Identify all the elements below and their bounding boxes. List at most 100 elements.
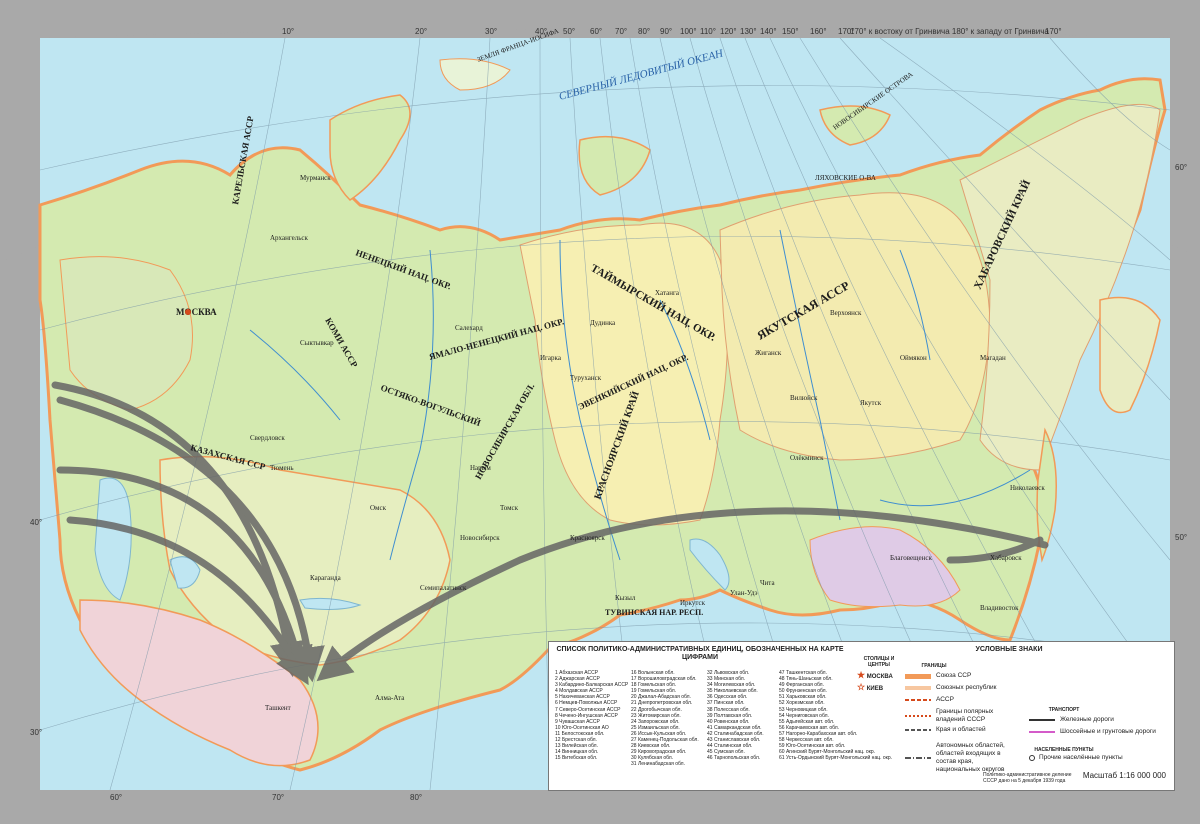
city-vladivostok: Владивосток xyxy=(980,604,1019,612)
lat-50-right: 50° xyxy=(1175,533,1187,542)
lon-50: 50° xyxy=(563,27,575,36)
legend-border-krai: Края и областей xyxy=(905,726,986,734)
legend-entry: 46 Тарнопольская обл. xyxy=(707,755,761,762)
city-murmansk: Мурманск xyxy=(300,174,331,182)
city-karaganda: Караганда xyxy=(310,574,342,582)
legend-list-title: СПИСОК ПОЛИТИКО-АДМИНИСТРАТИВНЫХ ЕДИНИЦ,… xyxy=(556,646,844,661)
legend-entry: 8 Чечено-Ингушская АССР xyxy=(555,712,618,719)
legend-col-1: 1 Абхазская АССР 2 Аджарская АССР 3 Каба… xyxy=(555,670,628,761)
legend-roads: Шоссейные и грунтовые дороги xyxy=(1029,728,1159,736)
legend-transport-title: ТРАНСПОРТ xyxy=(1048,707,1080,713)
lon-60-bottom: 60° xyxy=(110,793,122,802)
city-syktyvkar: Сыктывкар xyxy=(300,339,334,347)
legend-border-polar: Границы полярных владений СССР xyxy=(905,708,1005,724)
moscow-star xyxy=(185,309,191,315)
lat-30: 30° xyxy=(30,728,42,737)
city-olekminsk: Олёкминск xyxy=(790,454,824,462)
city-tomsk: Томск xyxy=(500,504,519,512)
lon-160: 160° xyxy=(810,27,827,36)
center-star-icon: ☆ xyxy=(857,682,866,692)
lon-130: 130° xyxy=(740,27,757,36)
legend-railway: Железные дороги xyxy=(1029,716,1114,724)
lon-150: 150° xyxy=(782,27,799,36)
lon-70-bottom: 70° xyxy=(272,793,284,802)
lat-60-right: 60° xyxy=(1175,163,1187,172)
capital-star-icon: ★ xyxy=(857,670,866,680)
map-legend: СПИСОК ПОЛИТИКО-АДМИНИСТРАТИВНЫХ ЕДИНИЦ,… xyxy=(548,641,1175,791)
lon-30: 30° xyxy=(485,27,497,36)
city-salekhard: Салехард xyxy=(455,324,483,332)
swatch-roads xyxy=(1029,731,1055,733)
legend-capitals-title: СТОЛИЦЫ И ЦЕНТРЫ xyxy=(863,656,895,668)
swatch-republic-border xyxy=(905,686,931,690)
city-dudinka: Дудинка xyxy=(590,319,616,327)
city-krasnoyarsk: Красноярск xyxy=(570,534,605,542)
city-nikolaevsk: Николаевск xyxy=(1010,484,1045,492)
city-turukhansk: Туруханск xyxy=(570,374,602,382)
city-igarka: Игарка xyxy=(540,354,562,362)
city-zhigansk: Жиганск xyxy=(755,349,782,357)
legend-scale: Масштаб 1:16 000 000 xyxy=(1082,771,1166,780)
swatch-assr-border xyxy=(905,699,931,701)
swatch-autonomous-border xyxy=(905,757,931,759)
city-ulan-ude: Улан-Удэ xyxy=(730,589,758,597)
legend-capital-moscow: ★ МОСКВА xyxy=(857,670,893,680)
city-omsk: Омск xyxy=(370,504,387,512)
legend-border-republic: Союзных республик xyxy=(905,684,997,692)
city-novosibirsk: Новосибирск xyxy=(460,534,500,542)
city-khabarovsk: Хабаровск xyxy=(990,554,1022,562)
lon-10: 10° xyxy=(282,27,294,36)
city-vilyuysk: Вилюйск xyxy=(790,394,818,402)
lat-40: 40° xyxy=(30,518,42,527)
lon-20: 20° xyxy=(415,27,427,36)
swatch-ussr-border xyxy=(905,673,931,679)
legend-entry: 61 Усть-Ордынский Бурят-Монгольский нац.… xyxy=(779,755,893,762)
city-narym: Нарым xyxy=(470,464,491,472)
legend-entry: 31 Ленинабадская обл. xyxy=(631,761,685,768)
city-magadan: Магадан xyxy=(980,354,1006,362)
lon-140: 140° xyxy=(760,27,777,36)
lon-170-right: 170° xyxy=(1045,27,1062,36)
legend-border-autonomous: Автономных областей, областей входящих в… xyxy=(905,742,1015,774)
lon-100: 100° xyxy=(680,27,697,36)
city-semipalatinsk: Семипалатинск xyxy=(420,584,467,592)
city-kyzyl: Кызыл xyxy=(615,594,636,602)
city-chita: Чита xyxy=(760,579,775,587)
city-verkhoyansk: Верхоянск xyxy=(830,309,862,317)
settlement-dot-icon xyxy=(1029,755,1035,761)
legend-entry: 21 Днепропетровская обл. xyxy=(631,700,693,707)
city-arkhangelsk: Архангельск xyxy=(270,234,308,242)
city-oymyakon: Оймякон xyxy=(900,354,927,362)
legend-symbols-title: УСЛОВНЫЕ ЗНАКИ xyxy=(975,646,1043,653)
legend-note: Политико-административное деление СССР д… xyxy=(983,772,1072,784)
city-irkutsk: Иркутск xyxy=(680,599,706,607)
legend-entry: 15 Витебская обл. xyxy=(555,755,598,762)
meridian-note: 170° к востоку от Гринвича 180° к западу… xyxy=(850,27,1049,36)
legend-entry: 7 Северо-Осетинская АССР xyxy=(555,706,621,713)
legend-col-2: 16 Волынская обл. 17 Ворошиловградская о… xyxy=(631,670,699,768)
lon-80-bottom: 80° xyxy=(410,793,422,802)
legend-settlement-other: Прочие населённые пункты xyxy=(1029,754,1123,762)
legend-borders-title: ГРАНИЦЫ xyxy=(921,663,947,669)
city-moscow: МОСКВА xyxy=(176,307,217,317)
legend-border-assr: АССР xyxy=(905,696,954,704)
legend-border-ussr: Союза ССР xyxy=(905,672,971,680)
label-tuva: ТУВИНСКАЯ НАР. РЕСП. xyxy=(605,608,703,617)
label-lyakhov: ЛЯХОВСКИЕ О-ВА xyxy=(815,174,876,182)
city-sverdlovsk: Свердловск xyxy=(250,434,285,442)
swatch-polar-border xyxy=(905,715,931,717)
frame-bottom-edge xyxy=(0,790,1200,824)
lon-90: 90° xyxy=(660,27,672,36)
legend-col-3: 32 Львовская обл. 33 Минская обл. 34 Мог… xyxy=(707,670,764,761)
lon-40: 40° xyxy=(535,27,547,36)
lon-70: 70° xyxy=(615,27,627,36)
swatch-railway xyxy=(1029,719,1055,721)
city-khatanga: Хатанга xyxy=(655,289,680,297)
swatch-krai-border xyxy=(905,729,931,731)
city-yakutsk: Якутск xyxy=(860,399,882,407)
lon-60: 60° xyxy=(590,27,602,36)
legend-entry: 6 Немцев-Поволжья АССР xyxy=(555,700,618,707)
lon-120: 120° xyxy=(720,27,737,36)
city-alma-ata: Алма-Ата xyxy=(375,694,405,702)
map-frame: СЕВЕРНЫЙ ЛЕДОВИТЫЙ ОКЕАН ЗЕМЛЯ ФРАНЦА-ИО… xyxy=(0,0,1200,824)
